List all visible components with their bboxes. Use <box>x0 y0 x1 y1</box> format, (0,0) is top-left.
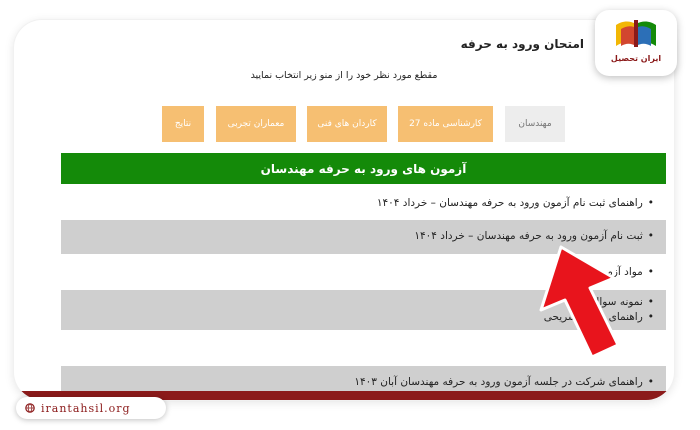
site-logo: ایران تحصیل <box>595 10 677 76</box>
tab-experienced-architects[interactable]: معماران تجربی <box>216 106 296 142</box>
tab-article-27[interactable]: کارشناسی ماده 27 <box>398 106 493 142</box>
link-exam-session-guide[interactable]: راهنمای شرکت در جلسه آزمون ورود به حرفه … <box>354 376 642 388</box>
bullet-icon: • <box>647 296 654 308</box>
logo-text: ایران تحصیل <box>610 54 662 63</box>
bullet-icon: • <box>647 376 654 388</box>
bullet-icon: • <box>647 311 654 323</box>
page-title: امتحان ورود به حرفه <box>460 37 584 51</box>
bullet-icon: • <box>647 230 654 242</box>
section-header: آزمون های ورود به حرفه مهندسان <box>61 153 666 184</box>
link-registration-guide[interactable]: راهنمای ثبت نام آزمون ورود به حرفه مهندس… <box>377 197 643 209</box>
tab-technicians[interactable]: کاردان های فنی <box>307 106 387 142</box>
list-item[interactable]: • ثبت نام آزمون ورود به حرفه مهندسان – خر… <box>61 220 666 254</box>
link-sample-questions[interactable]: نمونه سوالات <box>583 296 642 308</box>
link-exam-subjects[interactable]: مواد آزمون <box>594 266 643 278</box>
globe-icon <box>25 403 35 413</box>
site-url: irantahsil.org <box>41 401 131 415</box>
site-url-badge: irantahsil.org <box>16 397 166 419</box>
bullet-icon: • <box>647 197 654 209</box>
tab-engineers[interactable]: مهندسان <box>505 106 565 142</box>
list-item[interactable]: • نمونه سوالات • راهنمای پاسخ تشریحی <box>61 290 666 330</box>
list-item[interactable]: • مواد آزمون <box>61 258 666 288</box>
list-item[interactable]: • راهنمای ثبت نام آزمون ورود به حرفه مهند… <box>61 192 666 216</box>
tab-results[interactable]: نتایج <box>162 106 204 142</box>
screenshot-frame: امتحان ورود به حرفه مقطع مورد نظر خود را… <box>14 20 674 400</box>
bullet-icon: • <box>647 266 654 278</box>
instruction-text: مقطع مورد نظر خود را از منو زیر انتخاب ن… <box>250 70 438 81</box>
books-icon <box>616 20 656 47</box>
link-registration[interactable]: ثبت نام آزمون ورود به حرفه مهندسان – خرد… <box>414 230 642 242</box>
link-answer-guide[interactable]: راهنمای پاسخ تشریحی <box>544 311 643 323</box>
